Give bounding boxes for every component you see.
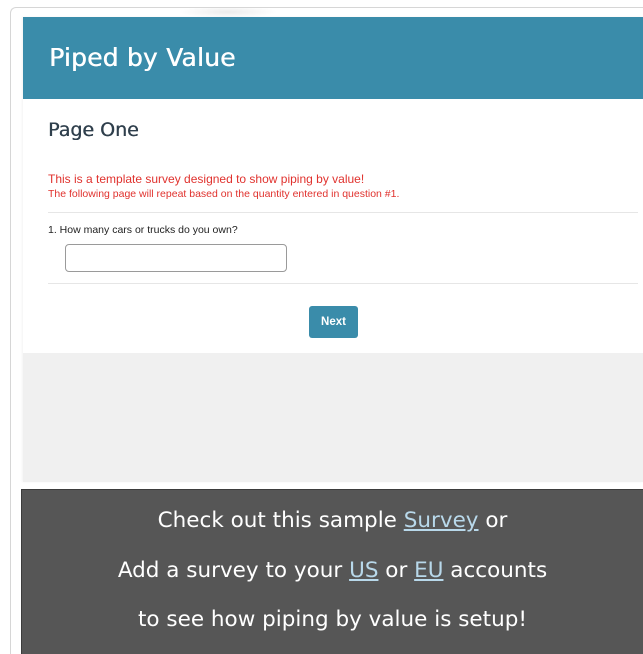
survey-page-content: Page One This is a template survey desig… (23, 99, 643, 353)
survey-title: Piped by Value (49, 43, 236, 72)
survey-preview: Piped by Value Page One This is a templa… (23, 17, 643, 482)
next-button[interactable]: Next (309, 306, 358, 338)
info-panel: Check out this sample Survey or Add a su… (21, 489, 643, 654)
sample-survey-link[interactable]: Survey (404, 508, 479, 533)
intro-text-line-2: The following page will repeat based on … (48, 188, 400, 200)
page-title: Page One (48, 119, 139, 141)
info-line-1-prefix: Check out this sample (157, 508, 404, 533)
question-label: 1. How many cars or trucks do you own? (48, 224, 238, 236)
info-line-1: Check out this sample Survey or (22, 506, 643, 536)
quantity-input[interactable] (65, 244, 287, 272)
survey-header-banner: Piped by Value (23, 17, 643, 99)
us-account-link[interactable]: US (349, 558, 378, 583)
info-line-2: Add a survey to your US or EU accounts (22, 556, 643, 586)
eu-account-link[interactable]: EU (414, 558, 443, 583)
divider-bottom (48, 283, 638, 284)
divider-top (48, 212, 638, 213)
info-line-2-middle: or (378, 558, 415, 583)
info-line-2-prefix: Add a survey to your (117, 558, 350, 583)
intro-text-line-1: This is a template survey designed to sh… (48, 172, 365, 186)
info-line-1-suffix: or (478, 508, 508, 533)
info-line-2-suffix: accounts (443, 558, 548, 583)
info-line-3: to see how piping by value is setup! (138, 607, 527, 632)
screenshot-frame: Piped by Value Page One This is a templa… (10, 7, 643, 654)
